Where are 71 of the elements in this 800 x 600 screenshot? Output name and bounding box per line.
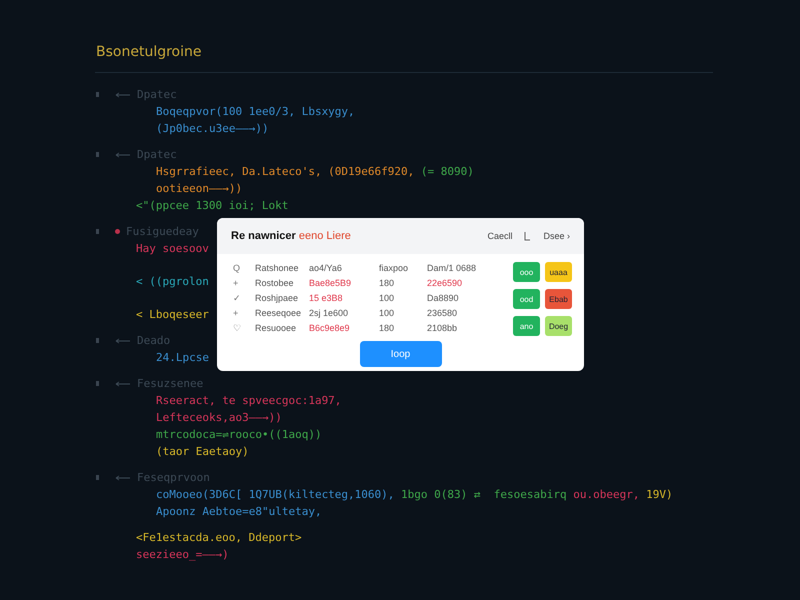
- row-mark: ♡: [233, 322, 242, 332]
- table-cell-text: fiaxpoo: [379, 262, 410, 272]
- row-mark: Q: [233, 262, 242, 272]
- arrow-icon: [115, 474, 131, 480]
- code-line: Hay soesoov: [135, 241, 209, 257]
- table-cell-text: ao4/Ya6: [309, 262, 343, 272]
- table-cell-text: Reeseqoee: [255, 308, 302, 318]
- code-line: Rseeract, te spveecgoc:1a97,: [155, 393, 342, 409]
- table-cell-text: Resuooee: [255, 322, 298, 332]
- code-line: 24.Lpcse: [155, 350, 209, 366]
- code-line: (taor Eaetaoy): [155, 444, 249, 460]
- comment-label: Feseqprvoon: [137, 471, 210, 484]
- comment-label: Fesuzsenee: [137, 377, 204, 390]
- arrow-icon: [115, 380, 131, 386]
- table-cell-text: 100: [379, 292, 396, 302]
- row-mark: ✓: [233, 292, 242, 302]
- table-cell-text: Da8890: [427, 292, 460, 302]
- arrow-icon: [115, 152, 131, 158]
- table-cell-text: 180: [379, 278, 396, 288]
- action-button[interactable]: uaaa: [545, 262, 572, 282]
- code-line: (Jp0bec.u3ee——→)): [155, 121, 269, 137]
- code-line: Boqeqpvor(100 1ee0/3, Lbsxygy,: [155, 104, 355, 120]
- primary-button[interactable]: Ioop: [360, 341, 442, 367]
- code-line: Lefteceoks,ao3——→)): [155, 410, 282, 426]
- table-cell-text: Rostobee: [255, 278, 295, 288]
- gutter-mark: [96, 338, 99, 343]
- arrow-icon: [115, 92, 131, 98]
- code-line: < ((pgrolon: [135, 274, 209, 290]
- table-cell-text: 2108bb: [427, 322, 458, 332]
- comment-label: Dpatec: [137, 148, 177, 161]
- table-cell-text: 22e6590: [427, 278, 464, 288]
- table-cell-text: 100: [379, 308, 396, 318]
- code-line: < Lboqeseer: [135, 307, 209, 323]
- table-cell-text: Bae8e5B9: [309, 278, 352, 288]
- comment-label: Dpatec: [137, 88, 177, 101]
- code-line: seezieeo_=——→): [135, 547, 229, 563]
- code-line: <Fe1estacda.eoo, Ddeport>: [135, 530, 302, 546]
- code-line: coMooeo(3D6C[ 1Q7UB(kiltecteg,1060), 1bgo 0(83) ⇄ fesoesabirq ou.obeegr, 19V): [155, 487, 673, 503]
- table-cell-text: Dam/1 0688: [427, 262, 478, 272]
- action-button[interactable]: ano: [513, 316, 540, 336]
- arrow-icon: [115, 338, 131, 344]
- comment-label: Deado: [137, 334, 170, 347]
- action-button[interactable]: ood: [513, 289, 540, 309]
- comment-label: Fusiguedeay: [126, 225, 199, 238]
- action-button[interactable]: Ebab: [545, 289, 572, 309]
- gutter-mark: [96, 92, 99, 97]
- close-button[interactable]: Dsee ›: [541, 229, 572, 243]
- code-line: Apoonz Aebtoe=e8"ultetay,: [155, 504, 322, 520]
- table-cell-text: 15 e3B8: [309, 292, 344, 302]
- cancel-button[interactable]: Caecll: [485, 229, 514, 243]
- gutter-mark: [96, 475, 99, 480]
- gutter-mark: [96, 381, 99, 386]
- action-button[interactable]: Doeg: [545, 316, 572, 336]
- code-line: <"(ppcee 1300 ioi; Lokt: [135, 198, 288, 214]
- row-mark: +: [233, 308, 240, 318]
- table-cell-text: 2sj 1e600: [309, 308, 350, 318]
- code-line: mtrcodoca=⇌rooco•((1aoq)): [155, 427, 322, 443]
- action-button[interactable]: ooo: [513, 262, 540, 282]
- page-title: Bsonetulgroine: [96, 44, 202, 60]
- table-cell-text: B6c9e8e9: [309, 322, 351, 332]
- row-mark: +: [233, 278, 240, 288]
- dialog-title: Re nawnicer eeno Liere: [231, 230, 352, 242]
- dot-icon: [115, 229, 120, 234]
- table-cell-text: Roshjpaee: [255, 292, 300, 302]
- table-cell-text: 236580: [427, 308, 458, 318]
- table-cell-text: Ratshonee: [255, 262, 300, 272]
- table-cell-text: 180: [379, 322, 396, 332]
- gutter-mark: [96, 229, 99, 234]
- code-line: Hsgrrafieec, Da.Lateco's, (0D19e66f920, (= 8090): [155, 164, 474, 180]
- code-line: ootieeon——→)): [155, 181, 242, 197]
- gutter-mark: [96, 152, 99, 157]
